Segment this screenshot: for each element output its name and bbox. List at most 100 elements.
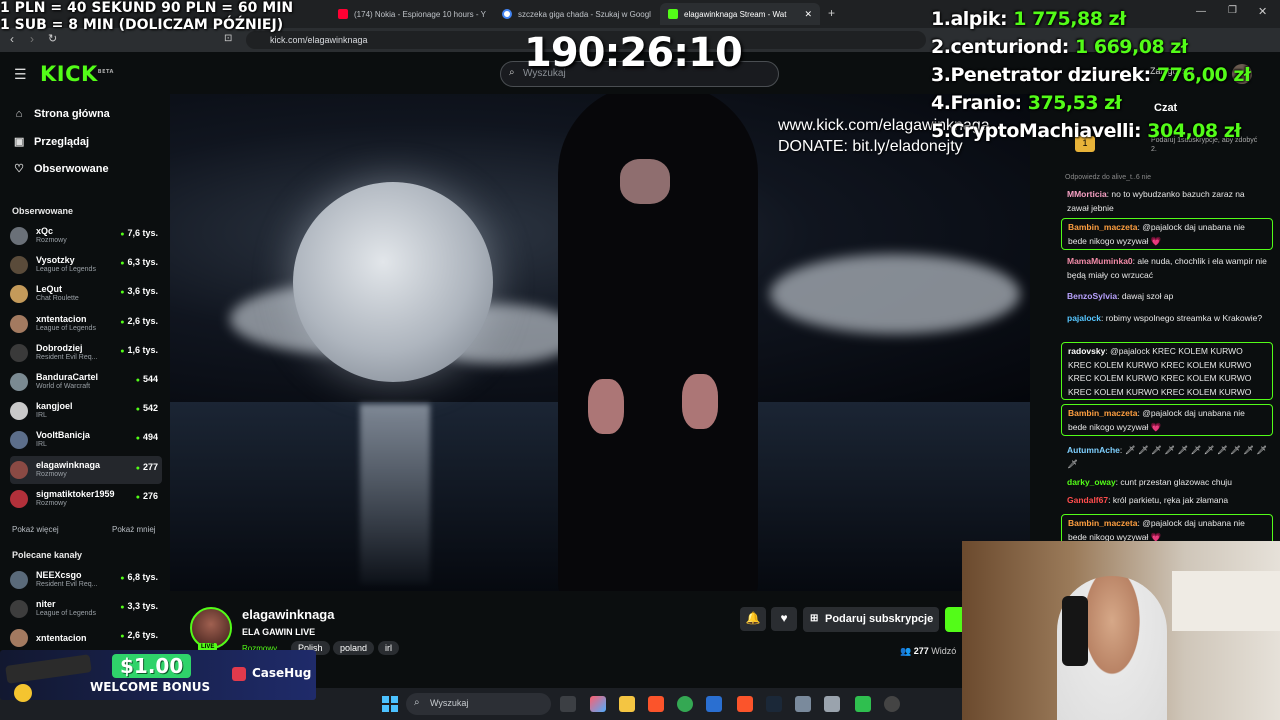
brave-icon[interactable] [648, 696, 664, 712]
chat-message: Gandalf67: król parkietu, ręka jak złama… [1067, 495, 1229, 505]
menu-icon[interactable]: ☰ [14, 66, 27, 83]
brand-name: CaseHug [252, 666, 312, 680]
chat-message: darky_oway: cunt przestan glazowac chuju [1067, 477, 1232, 487]
nav-browse[interactable]: ▣ Przeglądaj [14, 135, 89, 149]
show-less-link[interactable]: Pokaż mniej [112, 525, 156, 534]
chrome-icon[interactable] [677, 696, 693, 712]
chat-username[interactable]: MamaMuminka0 [1067, 256, 1133, 266]
bookmark-icon[interactable]: ⊡ [224, 33, 232, 44]
back-icon[interactable]: ‹ [10, 32, 14, 46]
chat-username[interactable]: AutumnAche [1067, 445, 1120, 455]
channel-name: Vysotzky [36, 255, 75, 266]
channel-avatar [10, 431, 28, 450]
chat-username[interactable]: darky_oway [1067, 477, 1116, 487]
chat-panel: Czat 1 Podaruj 1subskrypcje, aby zdobyć … [1053, 94, 1280, 546]
kick-logo[interactable]: KICKBETA [40, 62, 114, 86]
nav-home[interactable]: ⌂ Strona główna [14, 108, 110, 120]
sidebar-channel[interactable]: BanduraCartelWorld of Warcraft 544 [10, 368, 162, 396]
google-icon [502, 9, 512, 19]
chat-username[interactable]: pajalock [1067, 313, 1101, 323]
chat-message: BenzoSylvia: dawaj szoł ap [1067, 291, 1174, 301]
chat-username[interactable]: Bambin_maczeta [1068, 222, 1137, 232]
recommended-section-title: Polecane kanały [12, 550, 83, 560]
chat-username[interactable]: radovsky [1068, 346, 1105, 356]
channel-category: Resident Evil Req... [36, 353, 98, 361]
leaderboard-amount: 776,00 zł [1156, 64, 1251, 86]
task-view-icon[interactable] [560, 696, 576, 712]
chat-username[interactable]: MMorticia [1067, 189, 1107, 199]
channel-viewers: 276 [136, 491, 158, 501]
app-icon[interactable] [884, 696, 900, 712]
browser-tab[interactable]: szczeka giga chada - Szukaj w Googl [494, 3, 654, 25]
channel-viewers: 3,3 tys. [120, 601, 158, 611]
nav-label: Strona główna [34, 108, 110, 120]
taskbar-search[interactable]: ⌕ Wyszukaj [406, 693, 551, 715]
sidebar-channel[interactable]: elagawinknagaRozmowy 277 [10, 455, 162, 484]
leaderboard-amount: 375,53 zł [1027, 92, 1122, 114]
rate-line-1: 1 PLN = 40 SEKUND 90 PLN = 60 MIN [0, 0, 294, 16]
sidebar: ⌂ Strona główna ▣ Przeglądaj ♡ Obserwowane … [0, 94, 165, 720]
channel-viewers: 1,6 tys. [120, 345, 158, 355]
sidebar-channel[interactable]: VooltBanicjaIRL 494 [10, 426, 162, 454]
brave-icon[interactable] [737, 696, 753, 712]
browser-tab-active[interactable]: elagawinknaga Stream - Wat ✕ [660, 3, 820, 25]
sidebar-channel[interactable]: DobrodziejResident Evil Req... 1,6 tys. [10, 339, 162, 367]
ad-banner[interactable]: $1.00 WELCOME BONUS CaseHug [0, 650, 316, 702]
chat-username[interactable]: BenzoSylvia [1067, 291, 1117, 301]
video-player[interactable]: www.kick.com/elagawinknaga DONATE: bit.l… [170, 94, 1030, 591]
channel-name: xQc [36, 226, 54, 236]
app-icon[interactable] [795, 696, 811, 712]
channel-avatar [10, 285, 28, 304]
close-window-icon[interactable]: ✕ [1258, 5, 1267, 18]
copilot-icon[interactable] [590, 696, 606, 712]
forward-icon[interactable]: › [30, 32, 34, 46]
gift-subscription-button[interactable]: ⊞ Podaruj subskrypcje [803, 607, 939, 632]
follow-heart-icon[interactable]: ♥ [771, 607, 797, 631]
sidebar-channel[interactable]: xntentacionLeague of Legends 2,6 tys. [10, 310, 162, 338]
maximize-icon[interactable]: ❐ [1228, 5, 1237, 16]
new-tab-button[interactable]: + [828, 6, 835, 20]
gun-graphic [5, 654, 92, 684]
channel-avatar [10, 373, 28, 391]
chat-text: cunt przestan glazowac chuju [1120, 477, 1232, 487]
leaderboard-amount: 1 669,08 zł [1075, 36, 1188, 58]
sidebar-channel[interactable]: kangjoelIRL 542 [10, 397, 162, 425]
calculator-icon[interactable] [824, 696, 840, 712]
chat-username[interactable]: Gandalf67 [1067, 495, 1108, 505]
channel-avatar [10, 227, 28, 245]
leaderboard-name: Franio: [950, 92, 1022, 114]
chat-username[interactable]: Bambin_maczeta [1068, 408, 1137, 418]
sidebar-channel[interactable]: LeQutChat Roulette 3,6 tys. [10, 280, 162, 308]
sidebar-channel[interactable]: NEEXcsgoResident Evil Req... 6,8 tys. [10, 566, 162, 594]
notification-bell-icon[interactable]: 🔔 [740, 607, 766, 631]
tab-title: szczeka giga chada - Szukaj w Googl [518, 9, 651, 19]
stream-tag[interactable]: irl [378, 641, 399, 655]
browser-tab[interactable]: (174) Nokia - Espionage 10 hours - Y [330, 3, 490, 25]
file-explorer-icon[interactable] [619, 696, 635, 712]
sidebar-channel[interactable]: niterLeague of Legends 3,3 tys. [10, 595, 162, 623]
chat-message: pajalock: robimy wspolnego streamka w Kr… [1067, 313, 1263, 323]
taskbar-search-placeholder: Wyszukaj [430, 698, 469, 708]
sidebar-channel[interactable]: xQcRozmowy 7,6 tys. [10, 222, 162, 250]
channel-name: elagawinknaga [36, 459, 101, 470]
channel-avatar [10, 600, 28, 619]
channel-avatar [10, 460, 28, 479]
show-more-link[interactable]: Pokaż więcej [12, 525, 59, 534]
chat-username[interactable]: Bambin_maczeta [1068, 518, 1137, 528]
minimize-icon[interactable]: — [1196, 6, 1206, 17]
app-icon[interactable] [855, 696, 871, 712]
streamer-name[interactable]: elagawinknaga [242, 607, 334, 622]
store-icon[interactable] [706, 696, 722, 712]
close-tab-icon[interactable]: ✕ [804, 9, 812, 20]
steam-icon[interactable] [766, 696, 782, 712]
subathon-timer: 190:26:10 [524, 30, 743, 76]
channel-category: League of Legends [36, 610, 96, 618]
sidebar-channel[interactable]: sigmatiktoker1959Rozmowy 276 [10, 485, 162, 513]
stream-tag[interactable]: poland [333, 641, 375, 655]
coin-icon [14, 684, 32, 702]
sidebar-channel[interactable]: VysotzkyLeague of Legends 6,3 tys. [10, 251, 162, 279]
channel-avatar [10, 256, 28, 275]
nav-following[interactable]: ♡ Obserwowane [14, 162, 109, 176]
windows-start-icon[interactable] [382, 696, 398, 712]
sidebar-channel[interactable]: xntentacion 2,6 tys. [10, 624, 162, 652]
